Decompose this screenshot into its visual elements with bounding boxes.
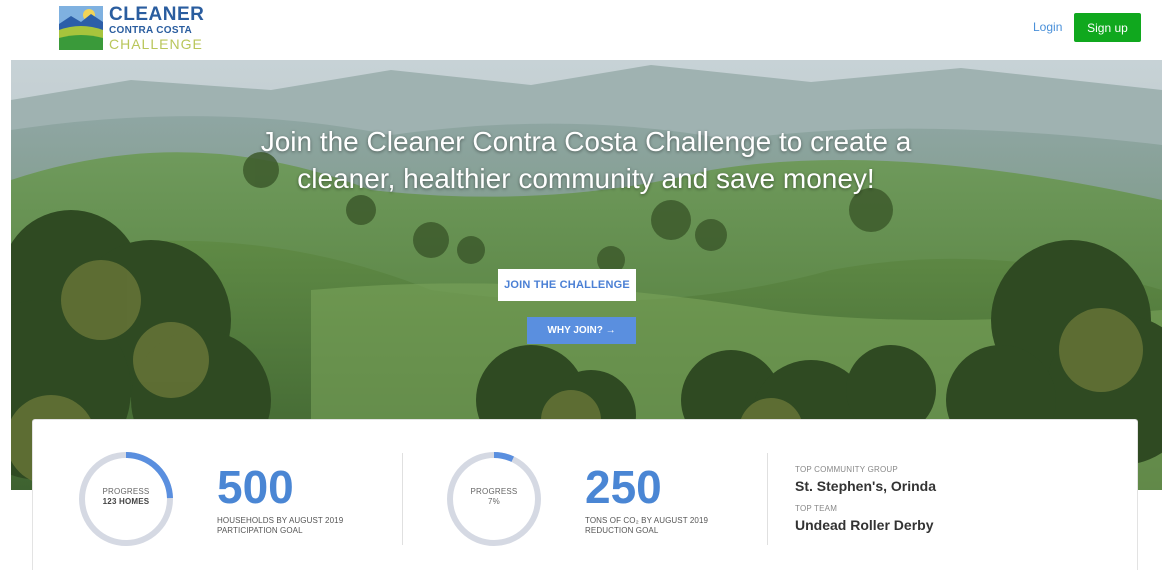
emissions-progress-label: PROGRESS 7% bbox=[445, 487, 543, 507]
site-header: CLEANER CONTRA COSTA CHALLENGE Login Sig… bbox=[0, 0, 1162, 60]
login-link[interactable]: Login bbox=[1033, 20, 1062, 34]
logo-mark-icon bbox=[59, 6, 103, 50]
hero-title: Join the Cleaner Contra Costa Challenge … bbox=[260, 126, 912, 194]
emissions-goal-text: TONS OF CO₂ BY AUGUST 2019 REDUCTION GOA… bbox=[585, 516, 709, 535]
stats-divider bbox=[402, 453, 403, 545]
emissions-goal-number: 250 bbox=[585, 461, 662, 513]
households-progress-label: PROGRESS 123 HOMES bbox=[102, 487, 150, 506]
households-progress-value: 123 HOMES bbox=[102, 497, 150, 506]
logo[interactable]: CLEANER CONTRA COSTA CHALLENGE bbox=[59, 4, 219, 52]
logo-line-3: CHALLENGE bbox=[109, 36, 203, 52]
stats-panel: PROGRESS 123 HOMES 500 HOUSEHOLDS BY AUG… bbox=[32, 419, 1138, 570]
top-group-label: TOP COMMUNITY GROUP bbox=[795, 465, 898, 474]
households-goal-number: 500 bbox=[217, 461, 294, 513]
logo-line-2: CONTRA COSTA bbox=[109, 25, 193, 36]
stats-divider bbox=[767, 453, 768, 545]
logo-line-1: CLEANER bbox=[109, 4, 205, 25]
top-team-value[interactable]: Undead Roller Derby bbox=[795, 517, 933, 533]
top-group-value[interactable]: St. Stephen's, Orinda bbox=[795, 478, 936, 494]
why-join-button[interactable]: WHY JOIN? → bbox=[527, 317, 636, 344]
emissions-progress-value: 7% bbox=[488, 497, 500, 506]
households-goal-text: HOUSEHOLDS BY AUGUST 2019 PARTICIPATION … bbox=[217, 516, 344, 535]
page: CLEANER CONTRA COSTA CHALLENGE Login Sig… bbox=[0, 0, 1162, 570]
join-challenge-button[interactable]: JOIN THE CHALLENGE bbox=[498, 269, 636, 301]
signup-button[interactable]: Sign up bbox=[1074, 13, 1141, 42]
top-team-label: TOP TEAM bbox=[795, 504, 838, 513]
